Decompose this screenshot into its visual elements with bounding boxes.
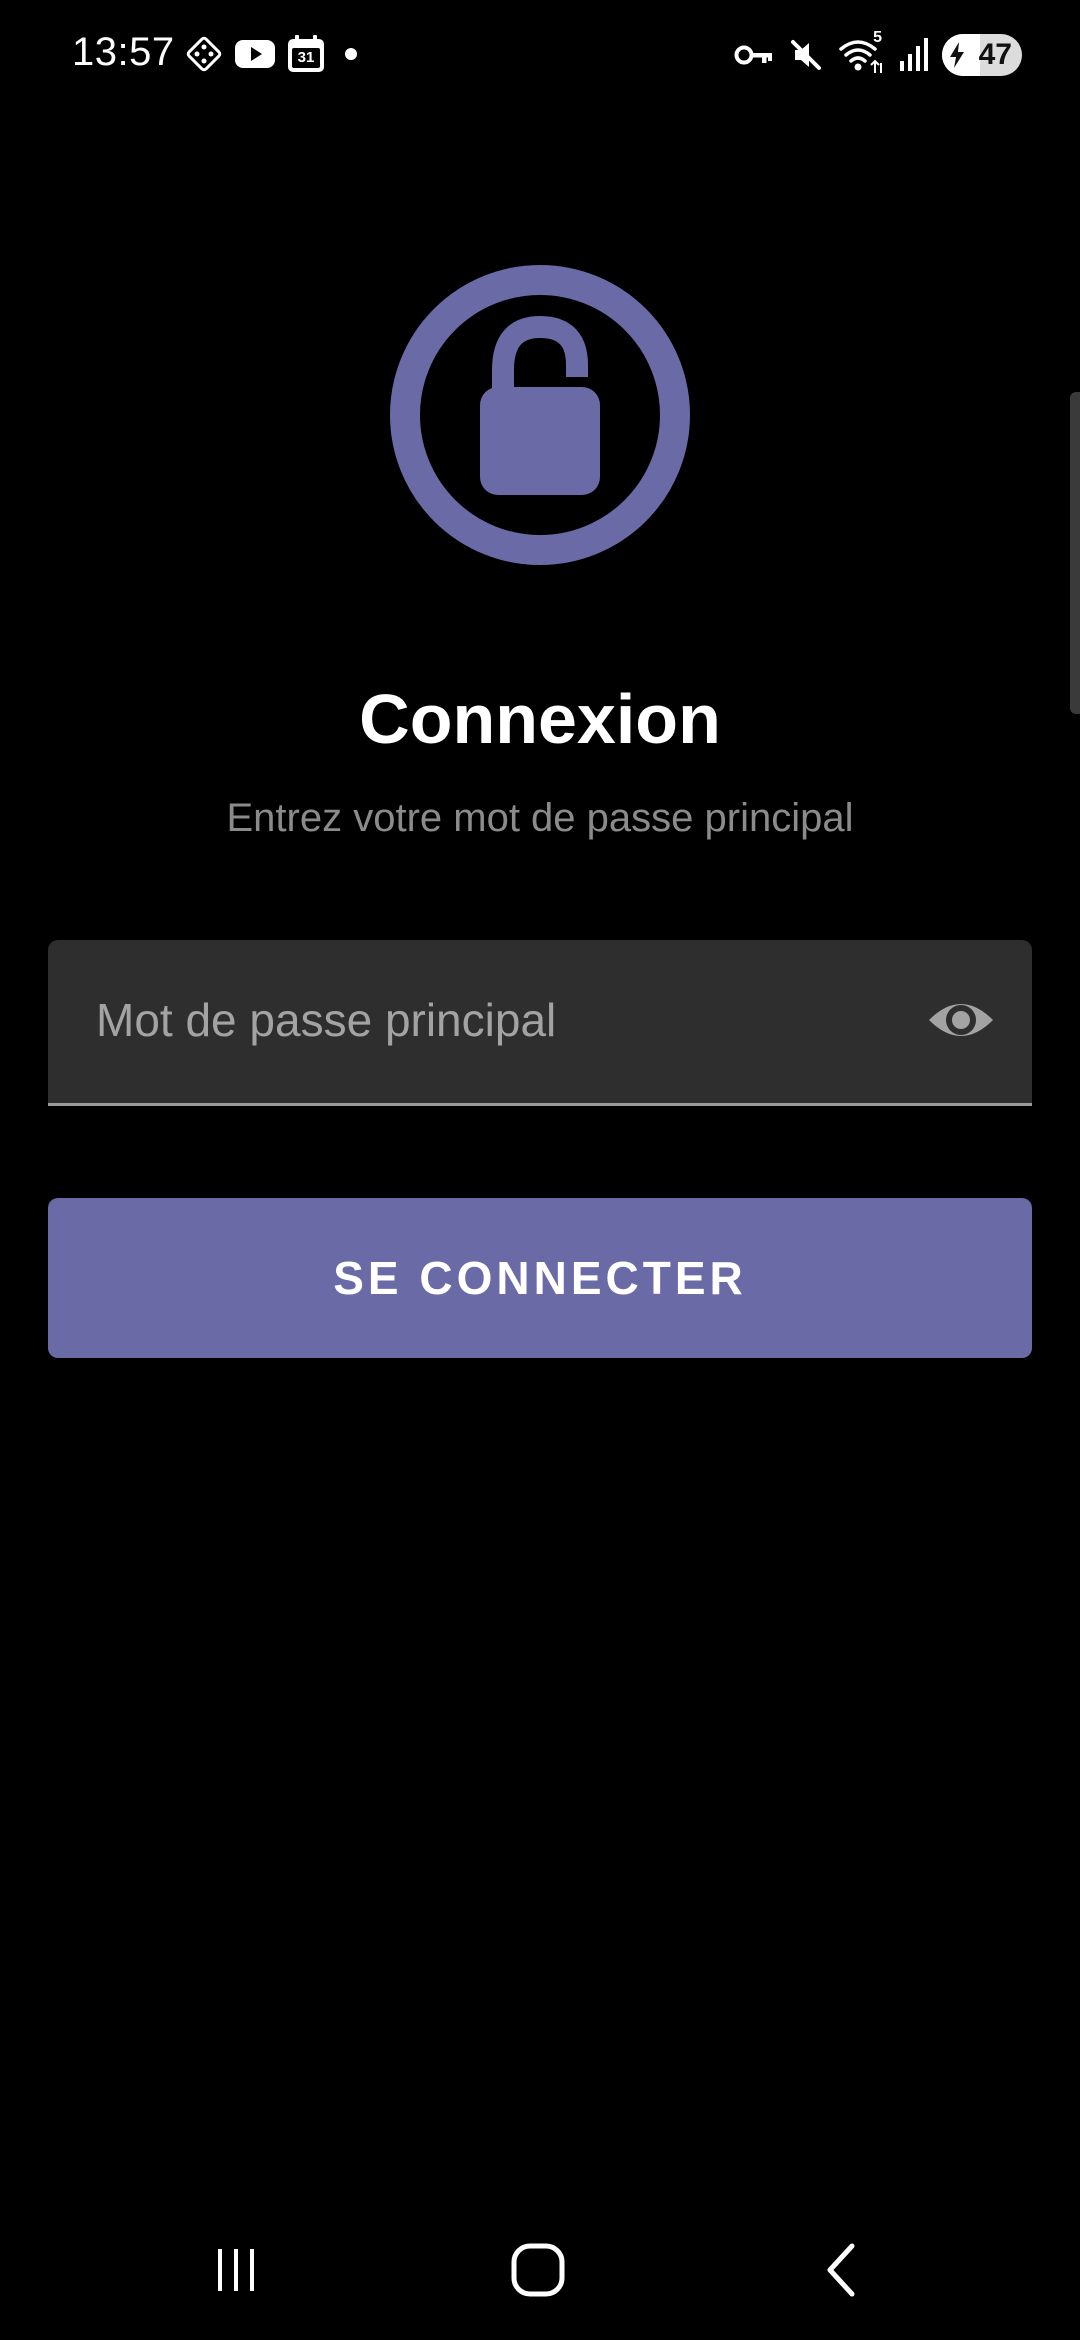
vpn-key-icon <box>734 40 774 70</box>
mute-icon <box>788 37 824 73</box>
login-button[interactable]: SE CONNECTER <box>48 1198 1032 1358</box>
wifi-icon: 5 <box>838 29 884 75</box>
battery-icon: 47 <box>942 34 1022 76</box>
youtube-icon <box>234 38 276 70</box>
master-password-field[interactable] <box>48 940 1032 1106</box>
show-password-toggle[interactable] <box>926 990 996 1050</box>
game-controller-icon <box>184 34 224 74</box>
master-password-input[interactable] <box>96 940 936 1100</box>
calendar-icon: 31 <box>286 34 326 74</box>
page-title: Connexion <box>359 680 721 758</box>
home-icon <box>511 2243 565 2297</box>
battery-level: 47 <box>978 38 1012 71</box>
signal-icon <box>898 37 928 73</box>
back-button[interactable] <box>787 2240 897 2320</box>
eye-icon <box>929 1004 993 1036</box>
charging-bolt-icon <box>950 42 964 68</box>
notification-icons: 31 <box>184 32 366 76</box>
scrollbar[interactable] <box>1070 392 1080 714</box>
home-button[interactable] <box>483 2240 593 2320</box>
status-bar: 13:57 31 5 47 <box>0 0 1080 110</box>
recent-apps-button[interactable] <box>181 2240 291 2320</box>
back-icon <box>827 2243 855 2297</box>
calendar-day: 31 <box>297 49 315 66</box>
notification-dot-icon <box>336 39 366 69</box>
system-icons: 5 47 <box>734 29 1022 78</box>
navigation-bar <box>0 2200 1080 2340</box>
recent-apps-icon <box>218 2249 254 2291</box>
status-time: 13:57 <box>72 30 175 74</box>
unlock-icon <box>390 265 690 565</box>
page-subtitle: Entrez votre mot de passe principal <box>226 796 854 840</box>
wifi-badge: 5 <box>873 29 882 46</box>
